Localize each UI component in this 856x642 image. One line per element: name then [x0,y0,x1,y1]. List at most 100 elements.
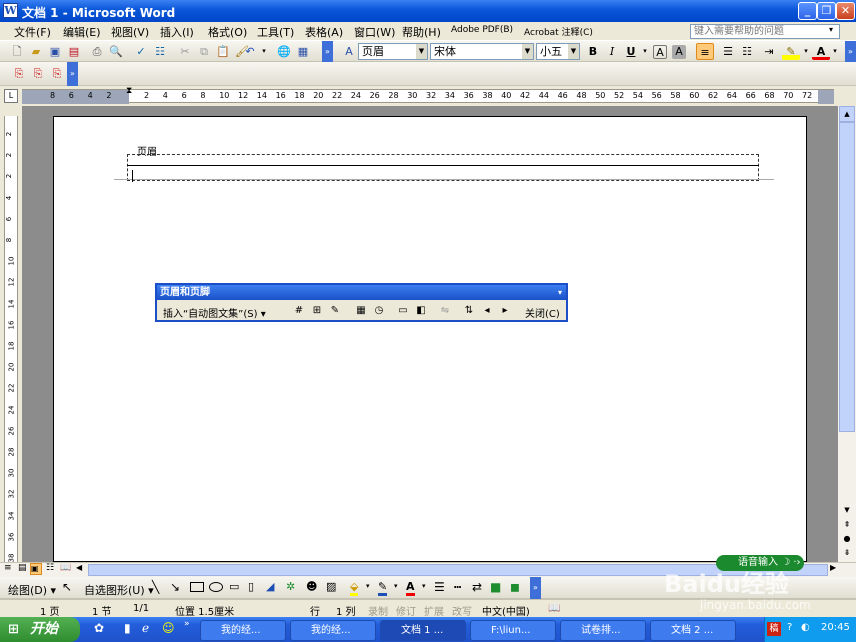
shadow-style-icon[interactable]: ■ [490,580,501,594]
pdf-review-icon[interactable]: ⎘ [48,65,66,82]
help-dropdown-icon[interactable]: ▾ [829,25,833,34]
spelling-status-icon[interactable]: 📖 [548,603,560,614]
pdf-icon[interactable]: ▤ [65,43,83,60]
font-select[interactable]: 宋体 ▼ [430,43,534,60]
fill-color-dropdown-icon[interactable]: ▾ [366,582,370,590]
indent-marker-icon[interactable]: ⧗ [126,87,134,105]
tab-selector-button[interactable]: L [4,89,18,103]
page-setup-icon[interactable]: ▭ [395,303,411,319]
previous-page-icon[interactable]: ⇞ [839,520,855,534]
menu-edit[interactable]: 编辑(E) [63,24,101,40]
normal-view-icon[interactable]: ≡ [4,563,12,573]
next-page-icon[interactable]: ⇟ [839,548,855,562]
quicklaunch-app-icon[interactable]: ☺ [162,621,175,635]
toolbar-options-icon[interactable]: » [322,41,333,62]
status-record[interactable]: 录制 [368,603,388,618]
clipart-icon[interactable]: ☻ [306,580,317,593]
web-view-icon[interactable]: ▤ [18,563,27,573]
menu-tools[interactable]: 工具(T) [257,24,294,40]
cut-icon[interactable]: ✂ [176,43,194,60]
dash-style-icon[interactable]: ┅ [454,580,461,594]
vertical-textbox-icon[interactable]: ▯ [248,580,254,593]
word-app-icon[interactable]: W [3,3,18,18]
link-to-previous-icon[interactable]: ⇋ [437,303,453,319]
pdf-email-icon[interactable]: ⎘ [29,65,47,82]
draw-menu-button[interactable]: 绘图(D) ▾ [8,582,56,598]
toolbar-options-icon[interactable]: » [67,62,78,86]
start-button[interactable]: ⊞ 开始 [0,617,80,642]
arrow-icon[interactable]: ↘ [170,580,180,594]
scroll-thumb[interactable] [839,122,855,432]
autoshapes-menu-button[interactable]: 自选图形(U) ▾ [84,582,154,598]
switch-header-footer-icon[interactable]: ⇅ [461,303,477,319]
scroll-right-icon[interactable]: ▶ [830,563,836,572]
hf-options-icon[interactable]: ▾ [558,285,562,300]
line-style-icon[interactable]: ☰ [434,580,445,594]
quicklaunch-icon[interactable]: ✿ [94,621,104,635]
menu-view[interactable]: 视图(V) [111,24,149,40]
menu-file[interactable]: 文件(F) [14,24,51,40]
toolbar-options-icon[interactable]: » [530,577,541,599]
new-document-icon[interactable]: 🗋 [8,43,26,60]
menu-insert[interactable]: 插入(I) [160,24,194,40]
char-shading-icon[interactable]: A [672,45,686,59]
char-border-icon[interactable]: A [653,45,667,59]
line-icon[interactable]: ╲ [152,580,159,594]
help-tray-icon[interactable]: ? [787,622,792,633]
line-color-icon[interactable]: ✎ [378,580,388,596]
minimize-button[interactable]: _ [798,2,817,20]
quicklaunch-desktop-icon[interactable]: ▮ [124,621,131,635]
drawing-font-color-icon[interactable]: A [406,580,415,596]
italic-button[interactable]: I [603,43,621,60]
oval-icon[interactable] [209,582,223,592]
taskbar-item-2[interactable]: 我的经... [290,620,376,641]
research-icon[interactable]: ☷ [151,43,169,60]
paste-icon[interactable]: 📋 [214,43,232,60]
date-icon[interactable]: ▦ [353,303,369,319]
select-browse-object-icon[interactable]: ● [839,534,855,548]
menu-format[interactable]: 格式(O) [208,24,247,40]
font-size-select[interactable]: 小五 ▼ [536,43,580,60]
quicklaunch-more-icon[interactable]: » [184,619,190,629]
indent-icon[interactable]: ⇥ [760,43,778,60]
textbox-icon[interactable]: ▭ [229,580,239,593]
format-page-number-icon[interactable]: ✎ [327,303,343,319]
restore-button[interactable]: ❐ [817,2,836,20]
rectangle-icon[interactable] [190,582,204,592]
ime-tray-icon[interactable]: 稿 [767,622,781,636]
font-color-dropdown-icon[interactable]: ▾ [826,43,844,60]
spelling-icon[interactable]: ✓ [132,43,150,60]
taskbar-item-1[interactable]: 我的经... [200,620,286,641]
numbering-icon[interactable]: ☰ [719,43,737,60]
time-icon[interactable]: ◷ [371,303,387,319]
scroll-up-icon[interactable]: ▲ [839,106,855,122]
arrow-style-icon[interactable]: ⇄ [472,580,482,594]
align-center-button[interactable]: ≡ [696,43,714,60]
underline-dropdown-icon[interactable]: ▾ [636,43,654,60]
reading-view-icon[interactable]: 📖 [60,563,71,573]
pdf-convert-icon[interactable]: ⎘ [10,65,28,82]
document-page[interactable]: 页眉 [53,116,807,562]
menu-window[interactable]: 窗口(W) [354,24,395,40]
3d-style-icon[interactable]: ◼ [510,580,520,594]
page-count-icon[interactable]: ⊞ [309,303,325,319]
taskbar-item-3[interactable]: 文档 1 ... [380,620,466,641]
hyperlink-icon[interactable]: 🌐 [275,43,293,60]
show-previous-icon[interactable]: ◂ [479,303,495,319]
line-color-dropdown-icon[interactable]: ▾ [394,582,398,590]
drawing-font-color-dropdown-icon[interactable]: ▾ [422,582,426,590]
wordart-icon[interactable]: ◢ [266,580,274,593]
picture-icon[interactable]: ▨ [326,580,336,593]
menu-adobe-pdf[interactable]: Adobe PDF(B) [451,25,513,35]
taskbar-item-6[interactable]: 文档 2 ... [650,620,736,641]
status-overtype[interactable]: 改写 [452,603,472,618]
close-header-footer-button[interactable]: 关闭(C) [525,305,560,320]
select-objects-icon[interactable]: ↖ [62,580,72,594]
print-icon[interactable]: ⎙ [88,43,106,60]
bold-button[interactable]: B [584,43,602,60]
show-next-icon[interactable]: ▸ [497,303,513,319]
save-icon[interactable]: ▣ [46,43,64,60]
network-tray-icon[interactable]: ◐ [801,622,810,633]
status-track-changes[interactable]: 修订 [396,603,416,618]
header-area[interactable] [127,154,759,181]
